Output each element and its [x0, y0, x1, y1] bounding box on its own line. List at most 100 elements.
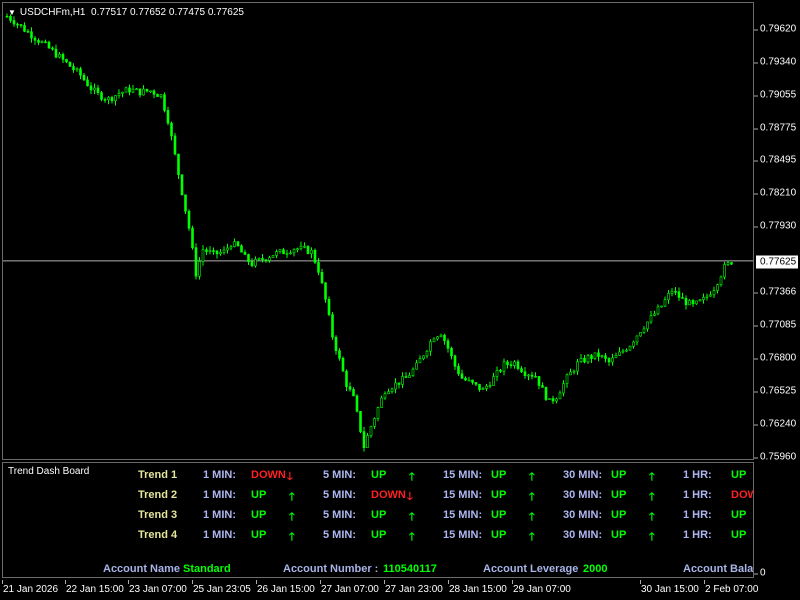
candle — [369, 425, 373, 438]
candle — [292, 248, 296, 257]
candle — [509, 360, 513, 369]
candle — [89, 82, 93, 95]
candle — [590, 353, 593, 364]
candle — [628, 345, 632, 351]
candle — [653, 310, 656, 317]
candle — [478, 383, 481, 392]
candle — [215, 250, 219, 259]
candlestick-series — [3, 13, 753, 452]
candle — [23, 22, 26, 33]
price-tick-label: 0.77085 — [753, 319, 797, 331]
dashboard-title: Trend Dash Board — [8, 466, 90, 477]
candle — [667, 289, 670, 304]
candle — [600, 354, 604, 359]
candle — [418, 355, 422, 364]
candle — [716, 283, 719, 294]
candle — [516, 359, 520, 371]
candle — [282, 247, 285, 255]
candle — [264, 258, 268, 263]
time-tick-label: 27 Jan 07:00 — [320, 580, 379, 595]
candle — [86, 76, 89, 87]
candle — [149, 90, 152, 93]
candle — [30, 27, 33, 43]
time-axis[interactable]: 21 Jan 2026 22 Jan 15:00 23 Jan 07:00 25 Ja… — [0, 580, 800, 600]
candle — [240, 244, 243, 253]
timeframe-label: 1 MIN: — [203, 529, 236, 541]
timeframe-label: 1 HR: — [683, 529, 712, 541]
candle — [243, 249, 247, 255]
candle — [156, 93, 159, 97]
candle — [411, 367, 415, 377]
candle — [712, 286, 716, 299]
time-tick-label: 25 Jan 23:05 — [192, 580, 251, 595]
candle — [586, 353, 590, 364]
candle — [639, 331, 642, 337]
candle — [142, 85, 145, 96]
candle — [247, 253, 250, 265]
candle — [593, 352, 597, 361]
candle — [387, 388, 390, 395]
candle — [117, 89, 121, 99]
candle — [138, 88, 142, 98]
price-axis[interactable]: 0.79620 0.79340 0.79055 0.78775 0.78495 0.782… — [753, 0, 800, 580]
candle — [54, 44, 58, 59]
candle — [583, 355, 586, 364]
candle — [415, 359, 418, 370]
candle — [691, 299, 695, 308]
price-tick-label: 0.76800 — [753, 352, 797, 364]
trend-value: UP — [611, 529, 627, 541]
price-tick-label: 0.78210 — [753, 187, 797, 199]
candle — [705, 293, 709, 301]
candle — [82, 73, 86, 82]
candle — [254, 256, 257, 268]
candle — [131, 85, 135, 94]
price-tick-label: 0.77930 — [753, 220, 797, 232]
timeframe-label: 5 MIN: — [323, 469, 356, 481]
candle — [618, 347, 621, 357]
trend-dashboard-window[interactable]: Trend Dash Board Trend 11 MIN: DOWN 🡓 5 MIN… — [2, 462, 754, 578]
candle — [124, 86, 128, 93]
candle — [145, 88, 149, 93]
candle — [103, 97, 107, 103]
candle — [299, 241, 303, 251]
time-tick-label: 2 Feb 07:00 — [703, 580, 759, 595]
candle — [450, 346, 453, 360]
trend-row-name: Trend 1 — [138, 469, 178, 481]
candle — [460, 369, 464, 379]
candle — [495, 366, 499, 382]
trend-value: UP — [371, 469, 387, 481]
candle — [660, 305, 663, 308]
candle — [621, 348, 625, 354]
candle — [607, 357, 611, 366]
candle — [338, 348, 341, 361]
trend-value: DOWN — [371, 489, 406, 501]
trend-value: UP — [251, 489, 267, 501]
candle — [352, 387, 355, 397]
price-tick-label: 0.79340 — [753, 56, 797, 68]
candle — [373, 417, 376, 429]
account-name-value: Standard — [183, 563, 231, 575]
chart-menu-arrow-icon[interactable]: ▼ — [8, 8, 16, 17]
trend-up-arrow-icon: 🡑 — [289, 491, 295, 503]
candle — [208, 246, 212, 255]
candle — [173, 132, 177, 156]
candle — [184, 194, 187, 215]
price-chart[interactable]: ▼ USDCHFm,H1 0.77517 0.77652 0.77475 0.77… — [2, 2, 754, 460]
candle — [359, 411, 362, 434]
time-tick-label: 29 Jan 07:00 — [512, 580, 571, 595]
trend-up-arrow-icon: 🡑 — [529, 491, 535, 503]
candle — [61, 52, 65, 64]
candle — [362, 426, 366, 452]
price-tick-label: 0.76525 — [753, 385, 797, 397]
timeframe-label: 15 MIN: — [443, 469, 483, 481]
candle — [180, 174, 184, 196]
candle — [453, 354, 457, 371]
candle — [303, 242, 306, 249]
candle — [383, 391, 387, 401]
candle — [219, 249, 222, 256]
candle — [502, 358, 506, 376]
candle — [698, 299, 702, 302]
candle — [275, 249, 278, 259]
trend-value: UP — [251, 509, 267, 521]
trend-row-name: Trend 2 — [138, 489, 178, 501]
